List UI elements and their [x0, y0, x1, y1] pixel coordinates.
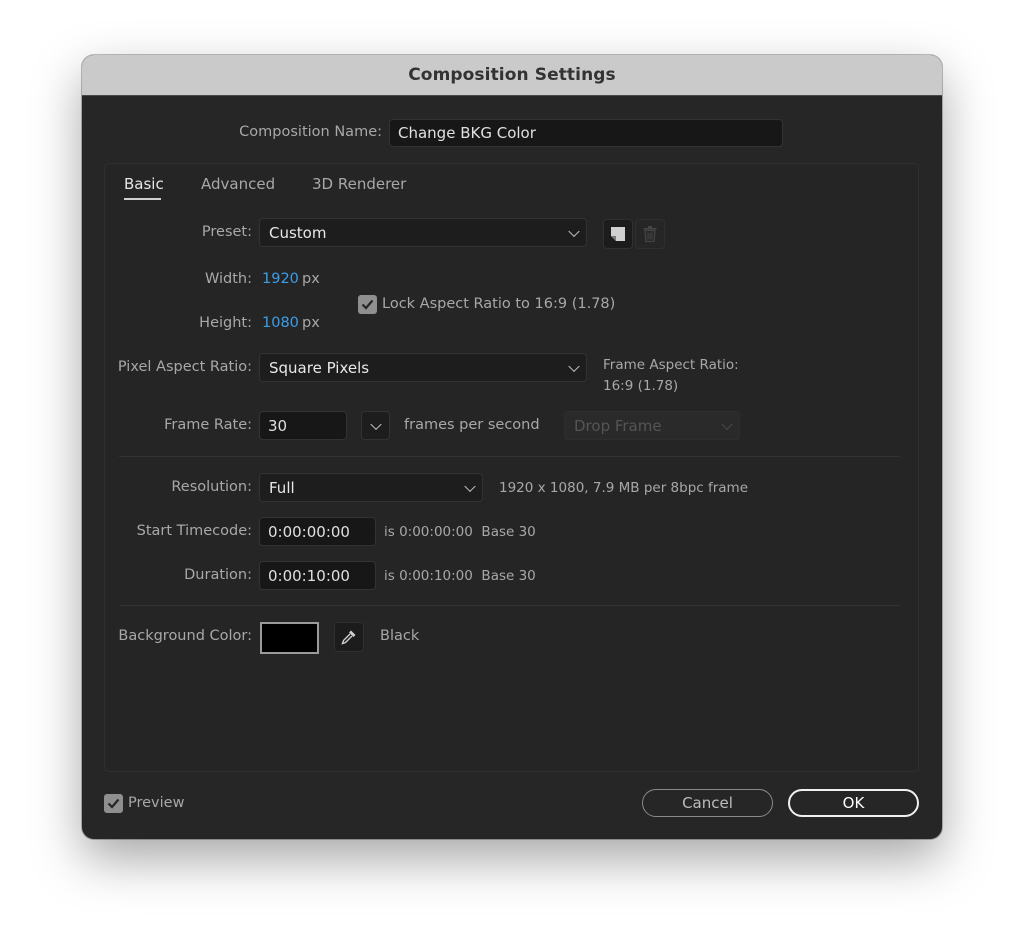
height-label: Height:	[199, 315, 252, 331]
frame-rate-label: Frame Rate:	[164, 417, 252, 433]
preview-checkbox[interactable]	[104, 794, 123, 813]
composition-name-input[interactable]: Change BKG Color	[389, 119, 783, 147]
lock-aspect-checkbox[interactable]	[358, 295, 377, 314]
pixel-aspect-ratio-dropdown[interactable]: Square Pixels	[259, 353, 587, 382]
height-unit: px	[302, 315, 320, 331]
composition-name-value: Change BKG Color	[398, 124, 536, 142]
composition-name-label: Composition Name:	[239, 124, 382, 140]
start-timecode-input[interactable]: 0:00:00:00	[259, 517, 376, 546]
chevron-down-icon	[721, 418, 733, 430]
width-unit: px	[302, 271, 320, 287]
resolution-label: Resolution:	[171, 479, 252, 495]
duration-input[interactable]: 0:00:10:00	[259, 561, 376, 590]
background-color-swatch[interactable]	[260, 622, 319, 654]
width-value[interactable]: 1920	[262, 271, 299, 287]
chevron-down-icon	[568, 360, 580, 372]
ok-button[interactable]: OK	[788, 789, 919, 817]
settings-panel	[104, 163, 919, 772]
frame-aspect-ratio-value: 16:9 (1.78)	[603, 378, 679, 394]
pixel-aspect-ratio-label: Pixel Aspect Ratio:	[117, 359, 252, 375]
tab-3d-renderer[interactable]: 3D Renderer	[312, 175, 406, 193]
frame-rate-dropdown-button[interactable]	[361, 411, 390, 440]
start-timecode-label: Start Timecode:	[136, 523, 252, 539]
duration-label: Duration:	[184, 567, 252, 583]
background-color-label: Background Color:	[118, 628, 252, 644]
duration-value: 0:00:10:00	[268, 566, 350, 585]
start-timecode-value: 0:00:00:00	[268, 522, 350, 541]
resolution-dropdown[interactable]: Full	[259, 473, 483, 502]
chevron-down-icon	[568, 225, 580, 237]
dialog-title: Composition Settings	[408, 65, 616, 85]
lock-aspect-label: Lock Aspect Ratio to 16:9 (1.78)	[382, 296, 616, 312]
composition-settings-dialog: Composition Settings Composition Name: C…	[82, 55, 942, 839]
title-bar: Composition Settings	[82, 55, 942, 96]
preset-dropdown[interactable]: Custom	[259, 218, 587, 247]
save-preset-icon	[611, 227, 625, 241]
active-tab-indicator	[124, 198, 161, 200]
pixel-aspect-ratio-value: Square Pixels	[269, 358, 370, 377]
section-divider	[119, 605, 900, 606]
cancel-button[interactable]: Cancel	[642, 789, 773, 817]
frame-rate-unit: frames per second	[404, 417, 540, 433]
eyedropper-button[interactable]	[334, 622, 364, 652]
frame-aspect-ratio-label: Frame Aspect Ratio:	[603, 357, 739, 373]
checkmark-icon	[361, 299, 374, 310]
eyedropper-icon	[341, 630, 356, 645]
height-value[interactable]: 1080	[262, 315, 299, 331]
delete-preset-button[interactable]	[635, 219, 665, 249]
tab-basic[interactable]: Basic	[124, 175, 164, 193]
save-preset-button[interactable]	[603, 219, 633, 249]
preview-label: Preview	[128, 795, 185, 811]
resolution-info: 1920 x 1080, 7.9 MB per 8bpc frame	[499, 480, 749, 496]
tab-advanced[interactable]: Advanced	[201, 175, 275, 193]
duration-info: is 0:00:10:00 Base 30	[384, 568, 536, 584]
resolution-value: Full	[269, 478, 295, 497]
start-timecode-info: is 0:00:00:00 Base 30	[384, 524, 536, 540]
frame-rate-input[interactable]: 30	[259, 411, 347, 440]
width-label: Width:	[204, 271, 252, 287]
frame-rate-value: 30	[268, 416, 288, 435]
preset-value: Custom	[269, 223, 327, 242]
drop-frame-value: Drop Frame	[574, 416, 662, 435]
drop-frame-dropdown[interactable]: Drop Frame	[564, 411, 740, 440]
section-divider	[119, 456, 900, 457]
preset-label: Preset:	[201, 224, 252, 240]
chevron-down-icon	[370, 418, 382, 430]
background-color-name: Black	[380, 628, 420, 644]
trash-icon	[643, 226, 657, 242]
checkmark-icon	[107, 798, 120, 809]
chevron-down-icon	[464, 480, 476, 492]
